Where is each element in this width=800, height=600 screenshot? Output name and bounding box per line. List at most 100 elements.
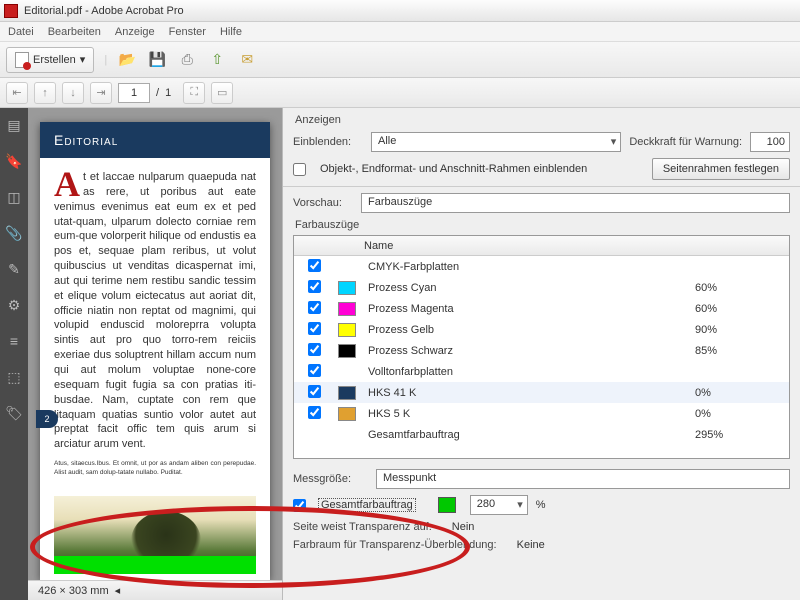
separation-pct: 60%	[695, 303, 785, 315]
separation-row[interactable]: CMYK-Farbplatten	[294, 256, 789, 277]
color-swatch	[338, 281, 356, 295]
separation-name: Prozess Magenta	[364, 303, 695, 315]
messgroesse-label: Messgröße:	[293, 473, 368, 485]
separation-pct: 85%	[695, 345, 785, 357]
attachments-icon[interactable]: 📎	[5, 224, 23, 242]
separation-name: HKS 41 K	[364, 387, 695, 399]
separation-row[interactable]: HKS 5 K0%	[294, 403, 789, 424]
separation-name: Volltonfarbplatten	[364, 366, 695, 378]
model-icon[interactable]: ⬚	[5, 368, 23, 386]
deckkraft-label: Deckkraft für Warnung:	[629, 136, 742, 148]
farbauszuege-label: Farbauszüge	[295, 219, 790, 231]
einblenden-label: Einblenden:	[293, 136, 363, 148]
page-image	[54, 496, 256, 574]
separation-checkbox[interactable]	[308, 301, 321, 314]
select-tool-button[interactable]: ▭	[211, 82, 233, 104]
app-icon	[4, 4, 18, 18]
color-swatch	[338, 344, 356, 358]
chevron-left-icon[interactable]: ◂	[115, 584, 121, 597]
page-badge: 2	[36, 410, 58, 428]
pages-icon[interactable]: ▤	[5, 116, 23, 134]
separation-row[interactable]: Prozess Magenta60%	[294, 298, 789, 319]
layers-icon[interactable]: ◫	[5, 188, 23, 206]
menubar: Datei Bearbeiten Anzeige Fenster Hilfe	[0, 22, 800, 42]
create-button[interactable]: Erstellen ▾	[6, 47, 94, 73]
output-preview-panel: Anzeigen Einblenden: Alle Deckkraft für …	[282, 108, 800, 600]
mail-icon[interactable]: ✉	[237, 50, 257, 70]
left-sidebar: ▤ 🔖 ◫ 📎 ✎ ⚙ ≡ ⬚ 🏷	[0, 108, 28, 600]
menu-bearbeiten[interactable]: Bearbeiten	[48, 26, 101, 38]
save-icon[interactable]: 💾	[147, 50, 167, 70]
vorschau-select[interactable]: Farbauszüge	[361, 193, 790, 213]
page-number-input[interactable]	[118, 83, 150, 103]
separation-checkbox[interactable]	[308, 364, 321, 377]
anzeigen-label: Anzeigen	[295, 114, 790, 126]
seitenrahmen-button[interactable]: Seitenrahmen festlegen	[652, 158, 790, 180]
separation-row[interactable]: Prozess Schwarz85%	[294, 340, 789, 361]
menu-anzeige[interactable]: Anzeige	[115, 26, 155, 38]
menu-fenster[interactable]: Fenster	[169, 26, 206, 38]
tags-icon[interactable]: 🏷	[5, 404, 23, 422]
separation-pct: 0%	[695, 408, 785, 420]
create-icon	[15, 52, 29, 68]
separation-name: CMYK-Farbplatten	[364, 261, 695, 273]
separation-row[interactable]: Prozess Gelb90%	[294, 319, 789, 340]
menu-datei[interactable]: Datei	[8, 26, 34, 38]
separation-name: HKS 5 K	[364, 408, 695, 420]
separation-checkbox[interactable]	[308, 406, 321, 419]
separation-checkbox[interactable]	[308, 259, 321, 272]
separation-row[interactable]: Volltonfarbplatten	[294, 361, 789, 382]
prev-page-button[interactable]: ↑	[34, 82, 56, 104]
separation-pct: 60%	[695, 282, 785, 294]
hand-tool-button[interactable]: ⛶	[183, 82, 205, 104]
farbraum-label: Farbraum für Transparenz-Überblendung:	[293, 539, 497, 551]
separation-name: Gesamtfarbauftrag	[364, 429, 695, 441]
last-page-button[interactable]: ⇥	[90, 82, 112, 104]
einblenden-select[interactable]: Alle	[371, 132, 621, 152]
separation-row[interactable]: HKS 41 K0%	[294, 382, 789, 403]
separation-pct: 0%	[695, 387, 785, 399]
page-total: 1	[165, 87, 171, 99]
chevron-down-icon: ▾	[80, 53, 86, 66]
print-icon[interactable]: ⎙	[177, 50, 197, 70]
window-title: Editorial.pdf - Adobe Acrobat Pro	[24, 5, 184, 17]
separation-row[interactable]: Prozess Cyan60%	[294, 277, 789, 298]
separation-name: Prozess Cyan	[364, 282, 695, 294]
color-swatch	[338, 407, 356, 421]
body-text: t et laccae nulparum quaepuda nat as rer…	[54, 171, 256, 450]
rahmen-label: Objekt-, Endformat- und Anschnitt-Rahmen…	[320, 163, 644, 175]
page-size: 426 × 303 mm	[38, 585, 109, 597]
column-name: Name	[360, 240, 699, 252]
color-swatch	[338, 323, 356, 337]
separation-row[interactable]: Gesamtfarbauftrag295%	[294, 424, 789, 445]
order-icon[interactable]: ≡	[5, 332, 23, 350]
messgroesse-select[interactable]: Messpunkt	[376, 469, 790, 489]
sub-text: Atus, sitaecus.Ibus. Et omnit, ut por as…	[54, 460, 256, 478]
open-icon[interactable]: 📂	[117, 50, 137, 70]
separations-list: Name CMYK-FarbplattenProzess Cyan60%Proz…	[293, 235, 790, 459]
standards-icon[interactable]: ⚙	[5, 296, 23, 314]
separation-checkbox[interactable]	[308, 322, 321, 335]
menu-hilfe[interactable]: Hilfe	[220, 26, 242, 38]
separation-checkbox[interactable]	[308, 343, 321, 356]
separation-checkbox[interactable]	[308, 385, 321, 398]
page-heading: Editorial	[40, 122, 270, 158]
gesamtfarbauftrag-checkbox[interactable]	[293, 499, 306, 512]
color-swatch	[338, 302, 356, 316]
gesamt-value-select[interactable]: 280	[470, 495, 528, 515]
vorschau-label: Vorschau:	[293, 197, 353, 209]
separation-checkbox[interactable]	[308, 280, 321, 293]
transparenz-label: Seite weist Transparenz auf:	[293, 521, 432, 533]
rahmen-checkbox[interactable]	[293, 163, 306, 176]
signatures-icon[interactable]: ✎	[5, 260, 23, 278]
first-page-button[interactable]: ⇤	[6, 82, 28, 104]
bookmarks-icon[interactable]: 🔖	[5, 152, 23, 170]
gesamt-swatch	[438, 497, 456, 513]
separation-pct: 295%	[695, 429, 785, 441]
document-page: Editorial A t et laccae nulparum quaepud…	[40, 122, 270, 580]
next-page-button[interactable]: ↓	[62, 82, 84, 104]
share-icon[interactable]: ⇧	[207, 50, 227, 70]
deckkraft-input[interactable]	[750, 132, 790, 152]
farbraum-value: Keine	[517, 539, 545, 551]
gesamtfarbauftrag-label: Gesamtfarbauftrag	[318, 498, 416, 512]
